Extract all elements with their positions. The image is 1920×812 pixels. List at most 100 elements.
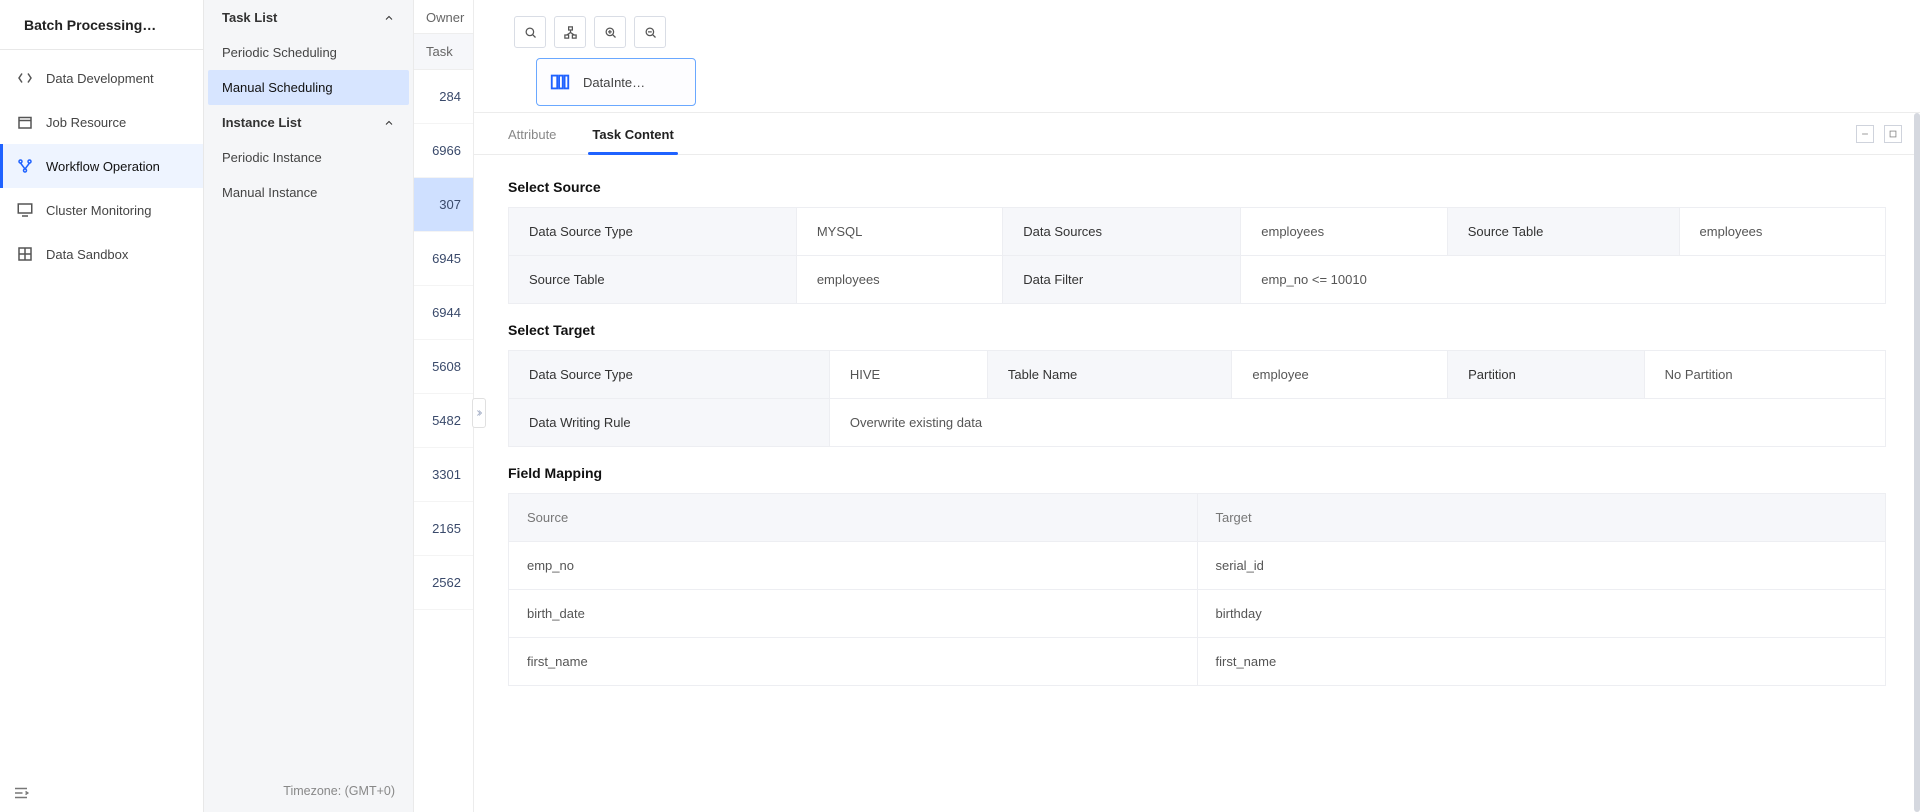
source-type-value: MYSQL: [796, 208, 1002, 256]
workflow-canvas: DataInte…: [474, 0, 1920, 112]
zoom-out-button[interactable]: [634, 16, 666, 48]
search-icon: [523, 25, 538, 40]
monitor-icon: [16, 201, 34, 219]
workflow-node-label: DataInte…: [583, 75, 645, 90]
sub-nav-item[interactable]: Manual Scheduling: [208, 70, 409, 105]
mapping-head-target: Target: [1197, 494, 1886, 542]
package-icon: [16, 113, 34, 131]
maximize-panel-icon[interactable]: [1884, 125, 1902, 143]
mapping-target-cell: birthday: [1197, 590, 1886, 638]
zoom-out-icon: [643, 25, 658, 40]
task-id-column: Owner Task 28469663076945694456085482330…: [414, 0, 474, 812]
sub-nav-group-title: Task List: [222, 10, 277, 25]
zoom-in-button[interactable]: [594, 16, 626, 48]
primary-nav-label: Job Resource: [46, 115, 126, 130]
mapping-head-source: Source: [509, 494, 1198, 542]
select-source-heading: Select Source: [508, 179, 1886, 195]
field-mapping-heading: Field Mapping: [508, 465, 1886, 481]
zoom-in-icon: [603, 25, 618, 40]
target-type-key: Data Source Type: [509, 351, 830, 399]
detail-tab[interactable]: Attribute: [508, 113, 556, 154]
primary-nav-label: Workflow Operation: [46, 159, 160, 174]
task-row[interactable]: 6944: [414, 286, 473, 340]
detail-body: Select Source Data Source Type MYSQL Dat…: [474, 155, 1920, 812]
sub-nav-group-title: Instance List: [222, 115, 301, 130]
sandbox-icon: [16, 245, 34, 263]
task-row[interactable]: 5482: [414, 394, 473, 448]
task-row[interactable]: 2562: [414, 556, 473, 610]
detail-panel-actions: [1856, 125, 1902, 143]
sub-nav-item[interactable]: Periodic Scheduling: [204, 35, 413, 70]
chevron-up-icon: [383, 12, 395, 24]
partition-value: No Partition: [1644, 351, 1885, 399]
mapping-row: birth_datebirthday: [509, 590, 1886, 638]
workflow-icon: [16, 157, 34, 175]
task-row[interactable]: 3301: [414, 448, 473, 502]
secondary-sidebar: Task List Periodic SchedulingManual Sched…: [204, 0, 414, 812]
data-sources-key: Data Sources: [1003, 208, 1241, 256]
app-title-bar: Batch Processing…: [0, 0, 203, 50]
mapping-source-cell: first_name: [509, 638, 1198, 686]
mapping-row: first_namefirst_name: [509, 638, 1886, 686]
data-filter-value: emp_no <= 10010: [1241, 256, 1886, 304]
source-table2-value: employees: [796, 256, 1002, 304]
select-target-table: Data Source Type HIVE Table Name employe…: [508, 350, 1886, 447]
mapping-source-cell: emp_no: [509, 542, 1198, 590]
table-name-key: Table Name: [987, 351, 1232, 399]
sub-nav-item[interactable]: Manual Instance: [204, 175, 413, 210]
partition-key: Partition: [1448, 351, 1645, 399]
select-target-heading: Select Target: [508, 322, 1886, 338]
primary-nav-label: Data Development: [46, 71, 154, 86]
primary-nav-item[interactable]: Job Resource: [0, 100, 203, 144]
source-table2-key: Source Table: [509, 256, 797, 304]
search-button[interactable]: [514, 16, 546, 48]
data-sources-value: employees: [1241, 208, 1447, 256]
canvas-toolbar: [514, 16, 1898, 48]
mapping-source-cell: birth_date: [509, 590, 1198, 638]
collapse-sidebar-button[interactable]: [12, 784, 30, 802]
task-row[interactable]: 6966: [414, 124, 473, 178]
field-mapping-table: Source Target emp_noserial_idbirth_dateb…: [508, 493, 1886, 686]
task-row[interactable]: 307: [414, 178, 473, 232]
sub-nav-group-header[interactable]: Task List: [204, 0, 413, 35]
primary-nav: Data Development Job Resource Workflow Ope…: [0, 50, 203, 812]
sub-nav-group-header[interactable]: Instance List: [204, 105, 413, 140]
detail-tab[interactable]: Task Content: [592, 113, 673, 154]
primary-nav-item[interactable]: Data Sandbox: [0, 232, 203, 276]
chevron-up-icon: [383, 117, 395, 129]
primary-nav-item[interactable]: Cluster Monitoring: [0, 188, 203, 232]
primary-sidebar: Batch Processing… Data Development Job Re…: [0, 0, 204, 812]
primary-nav-item[interactable]: Data Development: [0, 56, 203, 100]
source-table-key: Source Table: [1447, 208, 1679, 256]
column-owner-label: Owner: [426, 10, 464, 25]
main-content: DataInte… Attribute Task Content Select S…: [474, 0, 1920, 812]
source-table-value: employees: [1679, 208, 1885, 256]
data-integration-icon: [549, 71, 571, 93]
primary-nav-label: Data Sandbox: [46, 247, 128, 262]
primary-nav-label: Cluster Monitoring: [46, 203, 152, 218]
data-filter-key: Data Filter: [1003, 256, 1241, 304]
detail-tabs-bar: Attribute Task Content: [474, 113, 1920, 155]
primary-nav-item[interactable]: Workflow Operation: [0, 144, 203, 188]
mapping-target-cell: serial_id: [1197, 542, 1886, 590]
task-row[interactable]: 2165: [414, 502, 473, 556]
detail-panel: Attribute Task Content Select Source Data…: [474, 112, 1920, 812]
code-brackets-icon: [16, 69, 34, 87]
task-row[interactable]: 6945: [414, 232, 473, 286]
task-row[interactable]: 284: [414, 70, 473, 124]
write-rule-value: Overwrite existing data: [829, 399, 1885, 447]
mapping-row: emp_noserial_id: [509, 542, 1886, 590]
mapping-target-cell: first_name: [1197, 638, 1886, 686]
select-source-table: Data Source Type MYSQL Data Sources empl…: [508, 207, 1886, 304]
timezone-label: Timezone: (GMT+0): [204, 770, 413, 812]
tree-view-button[interactable]: [554, 16, 586, 48]
vertical-scrollbar[interactable]: [1914, 113, 1920, 812]
sub-nav-item[interactable]: Periodic Instance: [204, 140, 413, 175]
app-title: Batch Processing…: [24, 17, 156, 33]
table-name-value: employee: [1232, 351, 1448, 399]
write-rule-key: Data Writing Rule: [509, 399, 830, 447]
task-row[interactable]: 5608: [414, 340, 473, 394]
minimize-panel-icon[interactable]: [1856, 125, 1874, 143]
tree-view-icon: [563, 25, 578, 40]
workflow-node[interactable]: DataInte…: [536, 58, 696, 106]
